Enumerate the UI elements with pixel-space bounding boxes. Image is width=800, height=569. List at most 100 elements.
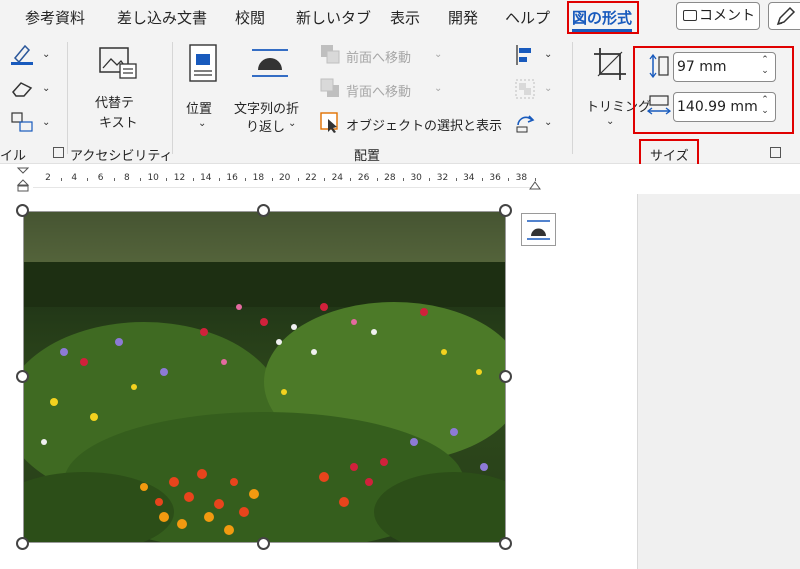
bring-forward-label: 前面へ移動 [346, 51, 412, 66]
ruler-tick-mark [376, 178, 378, 181]
ruler-tick-label: 8 [124, 173, 130, 183]
height-spin-arrows[interactable]: ⌃ ⌄ [759, 55, 771, 77]
chevron-down-icon: ⌄ [198, 118, 207, 129]
layout-options-icon [527, 220, 550, 240]
ruler-tick-label: 28 [384, 173, 396, 183]
ruler-tick-mark [87, 178, 89, 181]
group-objects-icon [515, 79, 535, 99]
tab-help[interactable]: ヘルプ [505, 6, 550, 30]
resize-handle-middle-left[interactable] [16, 370, 29, 383]
ruler-tick-mark [481, 178, 483, 181]
resize-handle-top-center[interactable] [257, 204, 270, 217]
layout-options-button[interactable] [521, 213, 556, 246]
picture-border-icon [11, 44, 33, 65]
picture-layout-button[interactable]: ⌄ [10, 110, 54, 138]
ruler-tick-mark [324, 178, 326, 181]
ruler-tick-label: 4 [71, 173, 78, 183]
width-spin-arrows[interactable]: ⌃ ⌄ [759, 95, 771, 117]
resize-handle-middle-right[interactable] [499, 370, 512, 383]
flower-garden-image [24, 212, 505, 542]
picture-border-button[interactable]: ⌄ [10, 42, 54, 70]
ruler-tick-label: 36 [489, 173, 501, 183]
wrap-text-button[interactable]: 文字列の折 り返し ⌄ [232, 44, 312, 136]
selection-pane-icon [320, 112, 338, 133]
selected-flower-garden-photo[interactable] [23, 211, 506, 543]
wrap-text-label-line1: 文字列の折 [234, 102, 300, 117]
ruler-tick-mark [245, 178, 247, 181]
rotate-button[interactable]: ⌄ [514, 112, 558, 136]
ruler-tick-label: 32 [436, 173, 449, 183]
chevron-down-icon: ⌄ [288, 118, 297, 129]
resize-handle-top-left[interactable] [16, 204, 29, 217]
horizontal-ruler: 2 4 6 8 10 12 14 16 18 20 22 24 26 28 30 32 34 36 38 [0, 164, 800, 194]
resize-handle-bottom-center[interactable] [257, 537, 270, 550]
bring-forward-icon [321, 45, 340, 64]
ruler-tick-mark [166, 178, 168, 181]
ruler-tick-mark [192, 178, 194, 181]
crop-icon [594, 48, 626, 80]
right-indent-marker[interactable] [528, 180, 542, 192]
position-label: 位置 [186, 102, 213, 117]
ruler-tick-label: 30 [410, 173, 422, 183]
resize-handle-bottom-left[interactable] [16, 537, 29, 550]
shape-height-input[interactable]: 97 mm ⌃ ⌄ [673, 52, 776, 82]
ruler-tick-mark [403, 178, 405, 181]
crop-button[interactable]: トリミング ⌄ [582, 44, 651, 136]
comment-button[interactable]: コメント [676, 2, 760, 30]
group-objects-button[interactable]: ⌄ [514, 78, 558, 102]
send-backward-button[interactable]: 背面へ移動 ⌄ [320, 78, 450, 102]
picture-effects-button[interactable]: ⌄ [10, 76, 54, 104]
align-icon [516, 45, 531, 65]
selection-pane-button[interactable]: オブジェクトの選択と表示 [320, 112, 502, 136]
chevron-down-icon: ⌄ [544, 49, 553, 60]
eraser-icon [12, 82, 33, 97]
ruler-tick-mark [271, 178, 273, 181]
selection-pane-label: オブジェクトの選択と表示 [346, 119, 503, 134]
size-group-label: サイズ [650, 149, 689, 164]
wrap-text-icon [252, 49, 288, 77]
editing-mode-button[interactable] [768, 2, 800, 30]
shape-width-value: 140.99 mm [677, 99, 758, 115]
ruler-tick-label: 10 [147, 173, 159, 183]
align-button[interactable]: ⌄ [514, 44, 558, 68]
shape-height-value: 97 mm [677, 59, 727, 75]
ruler-tick-label: 38 [515, 173, 528, 183]
chevron-down-icon: ⌄ [42, 49, 51, 60]
ruler-tick-label: 34 [463, 173, 475, 183]
ruler-tick-label: 26 [357, 173, 370, 183]
tab-references[interactable]: 参考資料 [25, 6, 85, 30]
shape-width-input[interactable]: 140.99 mm ⌃ ⌄ [673, 92, 776, 122]
position-icon [189, 44, 217, 82]
bring-forward-button[interactable]: 前面へ移動 ⌄ [320, 44, 450, 68]
ruler-tick-mark [429, 178, 431, 181]
alt-text-button[interactable]: 代替テ キスト [85, 44, 155, 134]
ruler-tick-label: 6 [97, 173, 104, 183]
ruler-tick-label: 12 [173, 173, 186, 183]
tab-review[interactable]: 校閲 [235, 6, 265, 30]
position-button[interactable]: 位置 ⌄ [180, 44, 226, 136]
size-dialog-launcher[interactable] [770, 147, 781, 158]
ruler-tick-mark [455, 178, 457, 181]
indent-markers[interactable] [16, 166, 30, 194]
tab-developer[interactable]: 開発 [448, 6, 478, 30]
page-margin-area [637, 194, 800, 569]
arrange-group-label: 配置 [354, 149, 381, 164]
resize-handle-bottom-right[interactable] [499, 537, 512, 550]
styles-dialog-launcher[interactable] [53, 147, 64, 158]
chevron-down-icon: ⌄ [544, 117, 553, 128]
group-separator [572, 42, 573, 154]
resize-handle-top-right[interactable] [499, 204, 512, 217]
alt-text-label-line1: 代替テ [95, 96, 135, 111]
ruler-tick-label: 14 [200, 173, 212, 183]
ribbon-tab-bar: 参考資料 差し込み文書 校閲 新しいタブ 表示 開発 ヘルプ 図の形式 コメント [0, 0, 800, 36]
wrap-text-label-line2: り返し [246, 120, 286, 135]
tab-view[interactable]: 表示 [390, 6, 420, 30]
send-backward-icon [320, 78, 339, 97]
alt-text-icon [99, 47, 137, 79]
ruler-tick-label: 18 [252, 173, 265, 183]
tab-mailings[interactable]: 差し込み文書 [117, 6, 207, 30]
send-backward-label: 背面へ移動 [346, 85, 412, 100]
tab-new-tab[interactable]: 新しいタブ [296, 6, 371, 30]
ruler-tick-label: 16 [226, 173, 238, 183]
tab-picture-format[interactable]: 図の形式 [572, 6, 633, 32]
